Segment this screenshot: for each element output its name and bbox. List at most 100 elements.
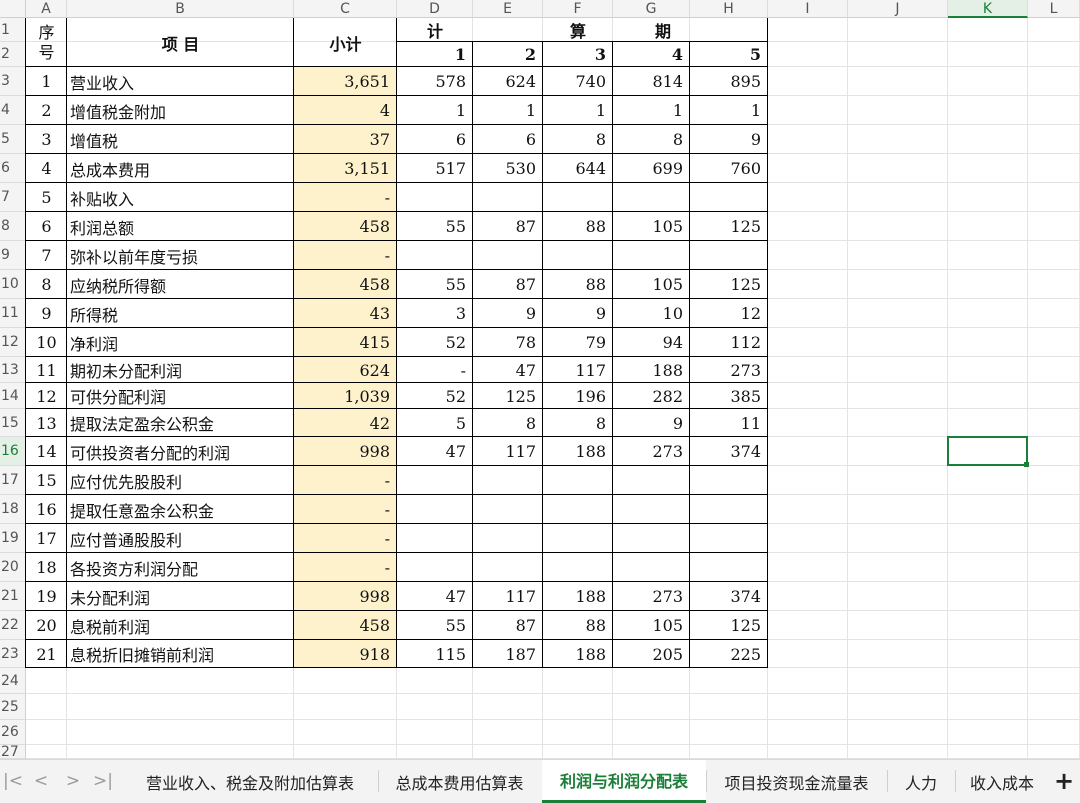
header-period-4[interactable]: 4	[613, 42, 690, 67]
row-seq-cell[interactable]: 18	[26, 553, 67, 582]
row-value-cell[interactable]: 273	[613, 437, 690, 466]
row-value-cell[interactable]: 125	[690, 212, 768, 241]
row-item-cell[interactable]: 利润总额	[67, 212, 294, 241]
row-value-cell[interactable]: 273	[613, 582, 690, 611]
row-header-11[interactable]: 11	[0, 299, 26, 328]
row-header-16[interactable]: 16	[0, 437, 26, 466]
row-item-cell[interactable]: 总成本费用	[67, 154, 294, 183]
row-subtotal-cell[interactable]: 918	[294, 640, 397, 668]
row-value-cell[interactable]: 9	[473, 299, 543, 328]
row-value-cell[interactable]: 530	[473, 154, 543, 183]
add-sheet-icon[interactable]: +	[1052, 766, 1076, 796]
row-header-21[interactable]: 21	[0, 582, 26, 611]
row-subtotal-cell[interactable]: 42	[294, 409, 397, 437]
row-value-cell[interactable]	[613, 241, 690, 270]
row-value-cell[interactable]: 11	[690, 409, 768, 437]
row-value-cell[interactable]: 895	[690, 67, 768, 96]
sheet-tab-6[interactable]: 收入成本	[955, 760, 1049, 803]
row-value-cell[interactable]: 105	[613, 212, 690, 241]
row-value-cell[interactable]: 9	[613, 409, 690, 437]
row-value-cell[interactable]: 760	[690, 154, 768, 183]
row-subtotal-cell[interactable]: 4	[294, 96, 397, 125]
row-header-13[interactable]: 13	[0, 357, 26, 383]
row-subtotal-cell[interactable]: -	[294, 241, 397, 270]
row-seq-cell[interactable]: 1	[26, 67, 67, 96]
row-value-cell[interactable]	[397, 241, 473, 270]
row-item-cell[interactable]: 所得税	[67, 299, 294, 328]
header-subtotal-cell[interactable]: 小计	[294, 18, 397, 67]
select-all-corner[interactable]	[0, 0, 26, 18]
column-header-i[interactable]: I	[768, 0, 848, 18]
row-header-1[interactable]: 1	[0, 18, 26, 42]
fill-handle[interactable]	[1024, 462, 1029, 467]
row-value-cell[interactable]: 87	[473, 611, 543, 640]
row-value-cell[interactable]: 6	[397, 125, 473, 154]
row-header-7[interactable]: 7	[0, 183, 26, 212]
row-value-cell[interactable]: 87	[473, 270, 543, 299]
row-value-cell[interactable]: 55	[397, 212, 473, 241]
column-header-h[interactable]: H	[690, 0, 768, 18]
row-value-cell[interactable]: 374	[690, 582, 768, 611]
row-item-cell[interactable]: 净利润	[67, 328, 294, 357]
row-header-27[interactable]: 27	[0, 745, 26, 759]
row-value-cell[interactable]: 273	[690, 357, 768, 383]
row-value-cell[interactable]	[473, 495, 543, 524]
row-seq-cell[interactable]: 15	[26, 466, 67, 495]
row-value-cell[interactable]: 1	[397, 96, 473, 125]
row-value-cell[interactable]: 47	[397, 582, 473, 611]
row-value-cell[interactable]: 6	[473, 125, 543, 154]
row-subtotal-cell[interactable]: 458	[294, 611, 397, 640]
row-seq-cell[interactable]: 7	[26, 241, 67, 270]
row-seq-cell[interactable]: 21	[26, 640, 67, 668]
row-value-cell[interactable]: 12	[690, 299, 768, 328]
row-value-cell[interactable]: 115	[397, 640, 473, 668]
row-subtotal-cell[interactable]: 998	[294, 582, 397, 611]
row-item-cell[interactable]: 应付普通股股利	[67, 524, 294, 553]
row-item-cell[interactable]: 应纳税所得额	[67, 270, 294, 299]
row-header-25[interactable]: 25	[0, 694, 26, 720]
column-header-l[interactable]: L	[1028, 0, 1080, 18]
row-subtotal-cell[interactable]: 458	[294, 270, 397, 299]
row-value-cell[interactable]: 52	[397, 383, 473, 409]
row-header-14[interactable]: 14	[0, 383, 26, 409]
row-header-3[interactable]: 3	[0, 67, 26, 96]
header-period-3[interactable]: 3	[543, 42, 613, 67]
row-value-cell[interactable]: 9	[543, 299, 613, 328]
row-value-cell[interactable]: 8	[543, 125, 613, 154]
row-header-26[interactable]: 26	[0, 720, 26, 745]
row-value-cell[interactable]: 105	[613, 611, 690, 640]
row-value-cell[interactable]	[690, 466, 768, 495]
row-seq-cell[interactable]: 10	[26, 328, 67, 357]
row-value-cell[interactable]	[690, 553, 768, 582]
column-header-f[interactable]: F	[543, 0, 613, 18]
row-header-2[interactable]: 2	[0, 42, 26, 67]
row-value-cell[interactable]	[613, 553, 690, 582]
row-seq-cell[interactable]: 19	[26, 582, 67, 611]
row-value-cell[interactable]: 188	[613, 357, 690, 383]
row-value-cell[interactable]: 1	[543, 96, 613, 125]
row-value-cell[interactable]: 9	[690, 125, 768, 154]
row-value-cell[interactable]	[397, 524, 473, 553]
row-value-cell[interactable]: 10	[613, 299, 690, 328]
row-item-cell[interactable]: 期初未分配利润	[67, 357, 294, 383]
row-value-cell[interactable]	[543, 241, 613, 270]
row-header-9[interactable]: 9	[0, 241, 26, 270]
row-value-cell[interactable]: -	[397, 357, 473, 383]
row-item-cell[interactable]: 增值税金附加	[67, 96, 294, 125]
column-header-e[interactable]: E	[473, 0, 543, 18]
row-value-cell[interactable]: 578	[397, 67, 473, 96]
row-value-cell[interactable]: 125	[690, 611, 768, 640]
row-seq-cell[interactable]: 14	[26, 437, 67, 466]
row-value-cell[interactable]: 88	[543, 611, 613, 640]
sheet-tab-2[interactable]: 总成本费用估算表	[377, 760, 542, 803]
row-value-cell[interactable]	[397, 495, 473, 524]
row-header-20[interactable]: 20	[0, 553, 26, 582]
row-value-cell[interactable]: 87	[473, 212, 543, 241]
row-header-15[interactable]: 15	[0, 409, 26, 437]
row-value-cell[interactable]: 282	[613, 383, 690, 409]
row-header-22[interactable]: 22	[0, 611, 26, 640]
row-header-6[interactable]: 6	[0, 154, 26, 183]
column-header-d[interactable]: D	[397, 0, 473, 18]
header-period-2[interactable]: 2	[473, 42, 543, 67]
row-value-cell[interactable]: 188	[543, 640, 613, 668]
